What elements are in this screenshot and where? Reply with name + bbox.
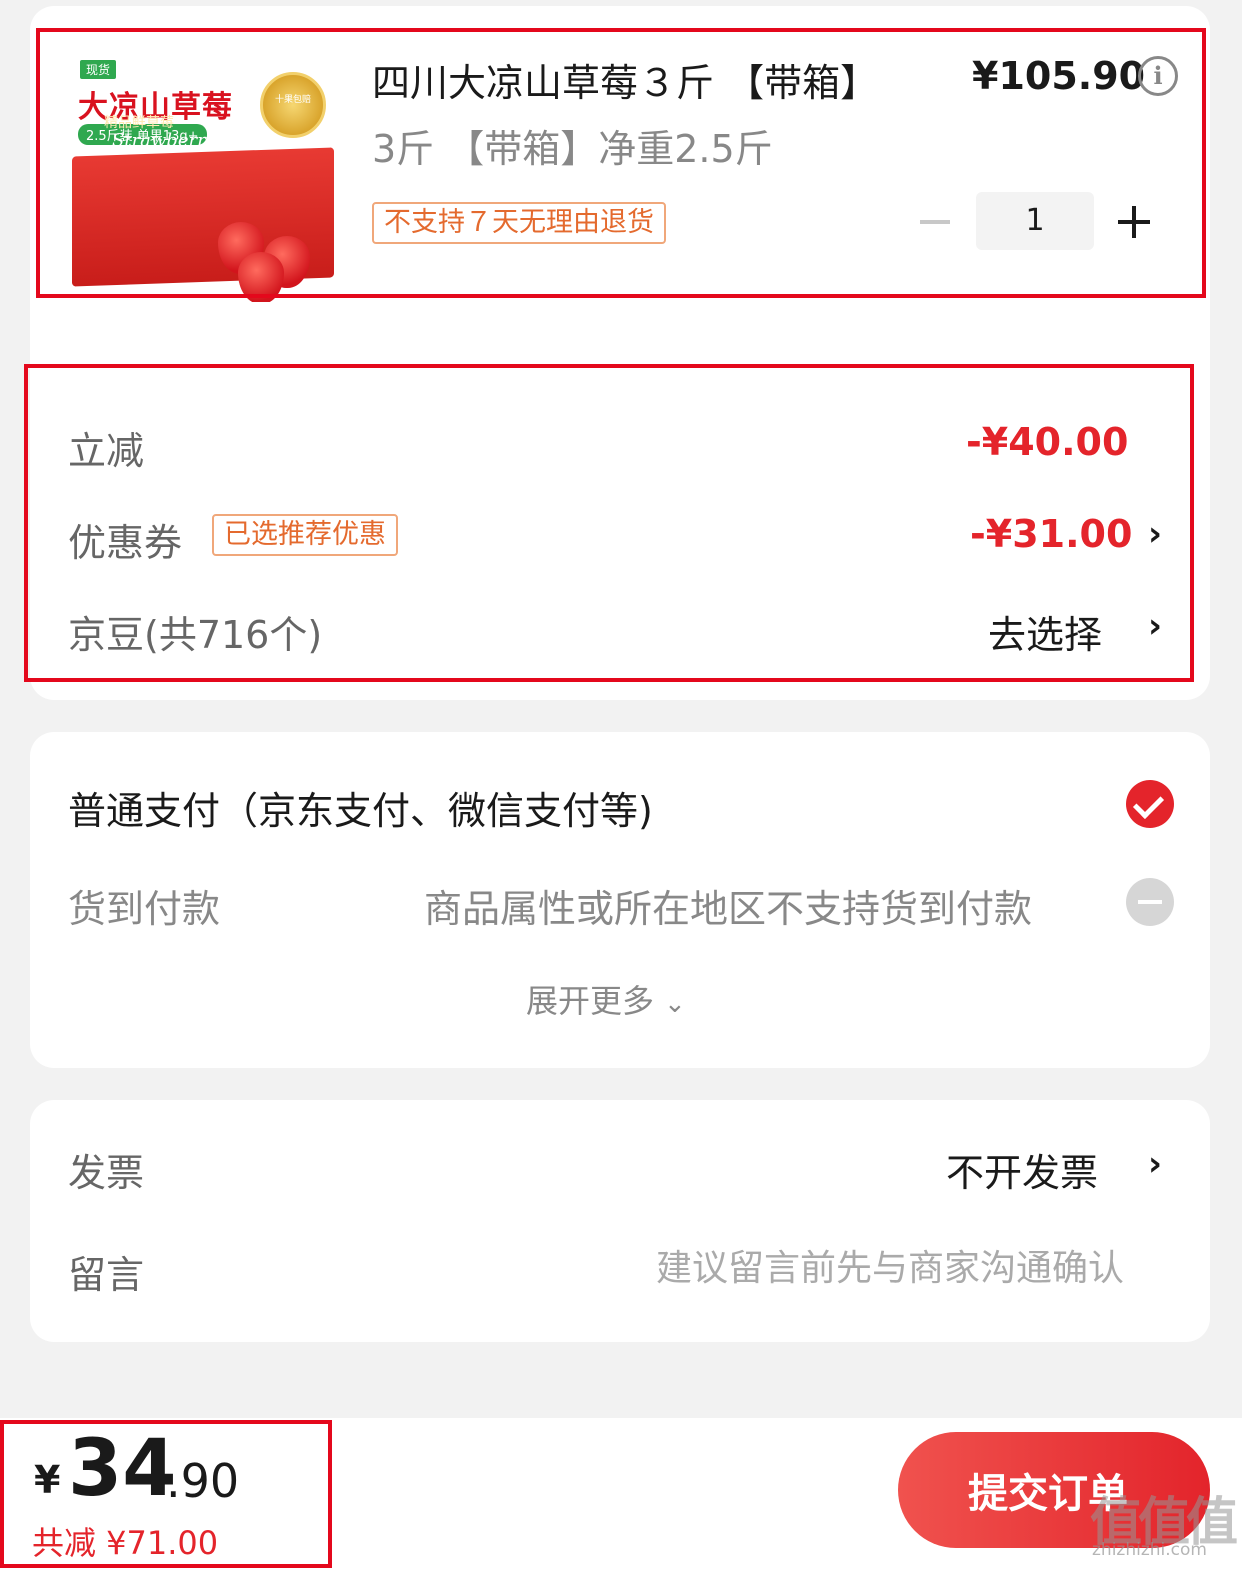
- quantity-decrease-button[interactable]: [918, 204, 954, 240]
- jingdou-select[interactable]: 去选择: [988, 604, 1102, 659]
- quantity-increase-button[interactable]: [1116, 204, 1152, 240]
- message-label: 留言: [68, 1253, 145, 1297]
- product-image[interactable]: 现货 大凉山草莓 2.5斤装 单果13g+ 十果包赔 精品鲜草莓 Strawbe…: [68, 52, 338, 302]
- product-price: ¥105.90: [972, 54, 1146, 98]
- check-circle-icon[interactable]: [1126, 780, 1174, 828]
- jingdou-label: 京豆(共716个): [68, 613, 323, 657]
- minus-circle-icon: [1126, 878, 1174, 926]
- instant-discount-label: 立减: [68, 429, 145, 473]
- total-decimal: .90: [166, 1454, 240, 1508]
- guarantee-seal: 十果包赔: [260, 72, 326, 138]
- box-script: Strawberry: [112, 130, 216, 151]
- watermark-url: zhizhizhi.com: [1092, 1540, 1207, 1560]
- product-title[interactable]: 四川大凉山草莓３斤 【带箱】: [372, 52, 878, 107]
- instant-discount-amount: -¥40.00: [966, 420, 1129, 464]
- chevron-down-icon: ⌄: [664, 989, 686, 1019]
- total-integer: 34: [68, 1424, 177, 1514]
- quantity-value[interactable]: 1: [976, 192, 1094, 250]
- strawberry: [238, 252, 284, 302]
- normal-payment-option[interactable]: 普通支付（京东支付、微信支付等): [68, 780, 653, 835]
- no-return-tag: 不支持７天无理由退货: [372, 202, 666, 244]
- chevron-right-icon[interactable]: ›: [1148, 606, 1162, 646]
- coupon-label: 优惠券: [68, 521, 183, 565]
- invoice-select[interactable]: 不开发票: [946, 1142, 1098, 1197]
- box-text: 精品鲜草莓: [104, 115, 174, 131]
- invoice-card: [30, 1100, 1210, 1342]
- expand-more-button[interactable]: 展开更多 ⌄: [526, 976, 686, 1022]
- invoice-label: 发票: [68, 1151, 145, 1195]
- chevron-right-icon[interactable]: ›: [1148, 514, 1162, 554]
- coupon-selected-tag: 已选推荐优惠: [212, 514, 398, 556]
- product-spec[interactable]: 3斤 【带箱】净重2.5斤: [372, 118, 773, 173]
- chevron-right-icon[interactable]: ›: [1148, 1144, 1162, 1184]
- cod-unavailable-note: 商品属性或所在地区不支持货到付款: [424, 887, 1033, 931]
- expand-more-label: 展开更多: [526, 982, 655, 1020]
- stock-tag: 现货: [80, 60, 117, 79]
- total-currency: ¥: [34, 1458, 61, 1502]
- coupon-amount[interactable]: -¥31.00: [970, 512, 1132, 556]
- cod-option: 货到付款: [68, 887, 221, 931]
- total-discount: 共减 ¥71.00: [32, 1524, 219, 1562]
- info-icon[interactable]: i: [1138, 56, 1178, 96]
- message-input[interactable]: [560, 1240, 1124, 1296]
